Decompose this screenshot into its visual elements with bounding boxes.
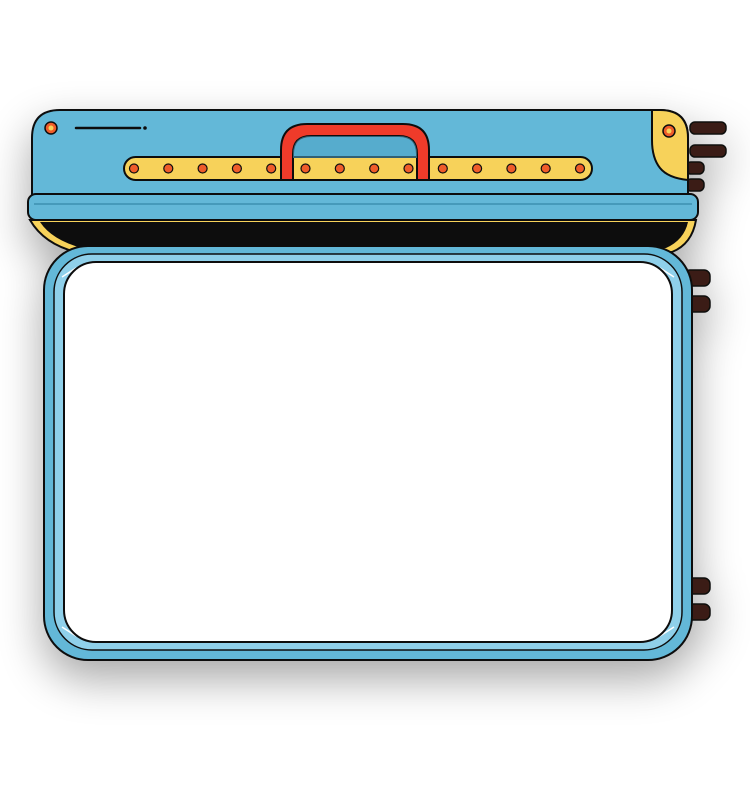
lid-band [27, 193, 699, 221]
rivet-icon [369, 163, 380, 174]
rivet-icon [266, 163, 277, 174]
hinge-icon [689, 144, 727, 158]
rivet-icon [540, 163, 551, 174]
hinge-icon [689, 121, 727, 135]
rivet-icon [334, 163, 345, 174]
lid-opening-dark [40, 222, 688, 248]
rivet-icon [574, 163, 586, 174]
rivet-icon [197, 163, 208, 174]
suitcase-svg [27, 109, 727, 661]
suitcase-body-group [27, 109, 727, 661]
rivet-icon [506, 163, 517, 174]
rivet-icon [300, 163, 311, 174]
suitcase-illustration [0, 0, 750, 806]
lid-detail-dot [143, 126, 147, 130]
rivet-icon [662, 124, 676, 138]
rivet-icon [44, 121, 58, 135]
rivet-strip [123, 156, 593, 181]
rivet-icon [472, 163, 483, 174]
rivet-icon [163, 163, 174, 174]
rivet-icon [403, 163, 414, 174]
rivet-icon [128, 163, 140, 174]
handle-inner-shade [293, 136, 417, 158]
screen-panel [63, 261, 673, 643]
rivet-icon [231, 163, 242, 174]
rivet-icon [437, 163, 448, 174]
hinge-group-top [685, 121, 727, 192]
